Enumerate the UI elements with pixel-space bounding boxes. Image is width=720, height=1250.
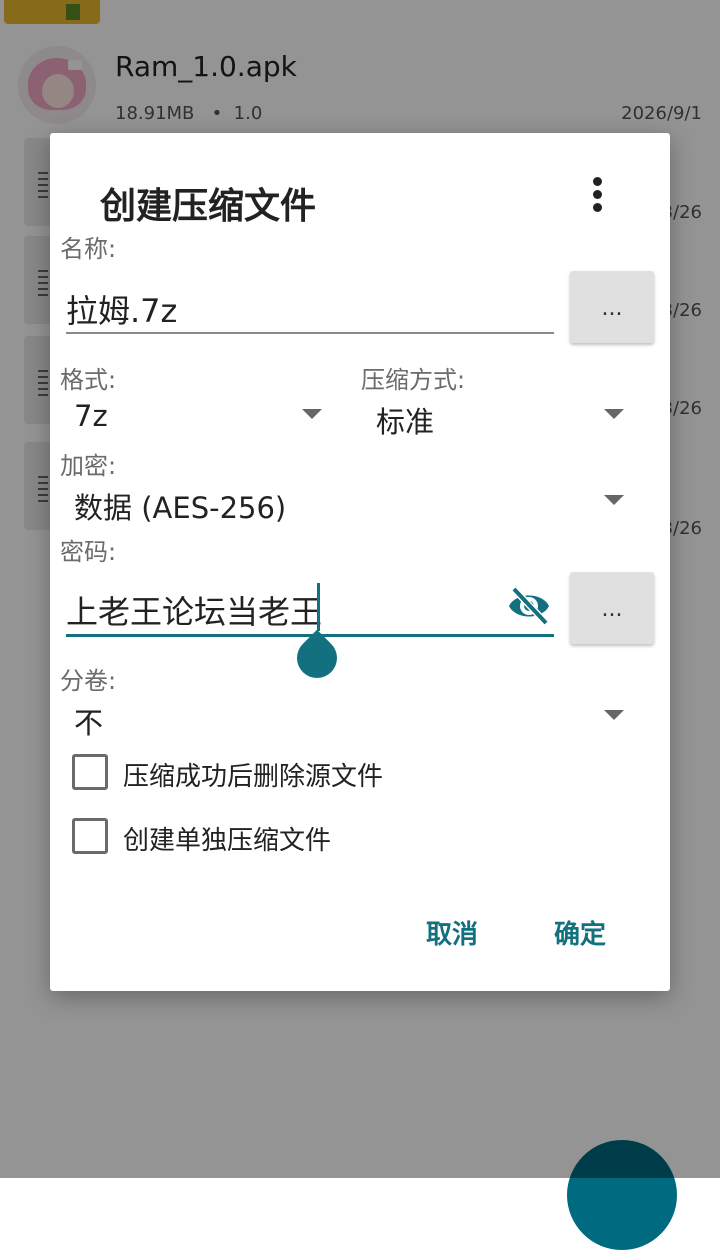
encryption-dropdown-icon[interactable] (604, 495, 624, 505)
format-select[interactable]: 7z (74, 399, 108, 433)
delete-source-checkbox[interactable] (72, 754, 108, 790)
split-volume-select[interactable]: 不 (74, 700, 103, 742)
visibility-off-icon[interactable] (506, 584, 552, 628)
format-dropdown-icon[interactable] (302, 409, 322, 419)
split-volume-label: 分卷: (60, 667, 117, 695)
dialog-title: 创建压缩文件 (100, 186, 317, 227)
name-label: 名称: (60, 235, 117, 263)
password-label: 密码: (60, 538, 117, 566)
text-cursor (317, 583, 320, 631)
separate-archive-checkbox[interactable] (72, 818, 108, 854)
more-vertical-icon[interactable] (586, 175, 610, 213)
encryption-select[interactable]: 数据 (AES-256) (74, 485, 286, 527)
compression-method-select[interactable]: 标准 (376, 399, 434, 441)
ok-button[interactable]: 确定 (554, 914, 606, 951)
archive-name-input[interactable]: 拉姆.7z (66, 286, 177, 332)
cancel-button[interactable]: 取消 (426, 914, 478, 951)
encryption-label: 加密: (60, 452, 117, 480)
method-dropdown-icon[interactable] (604, 409, 624, 419)
text-selection-handle[interactable] (288, 629, 346, 687)
browse-path-button[interactable]: ... (570, 271, 654, 343)
format-label: 格式: (60, 366, 117, 394)
split-dropdown-icon[interactable] (604, 710, 624, 720)
separate-archive-label: 创建单独压缩文件 (123, 826, 332, 856)
create-archive-dialog: 创建压缩文件 名称: 拉姆.7z ... 格式: 7z 压缩方式: 标准 加密:… (50, 133, 670, 991)
compression-method-label: 压缩方式: (361, 366, 466, 394)
password-options-button[interactable]: ... (570, 572, 654, 644)
name-underline (66, 332, 554, 334)
password-input[interactable]: 上老王论坛当老王 (66, 587, 322, 633)
delete-source-label: 压缩成功后删除源文件 (123, 762, 384, 792)
